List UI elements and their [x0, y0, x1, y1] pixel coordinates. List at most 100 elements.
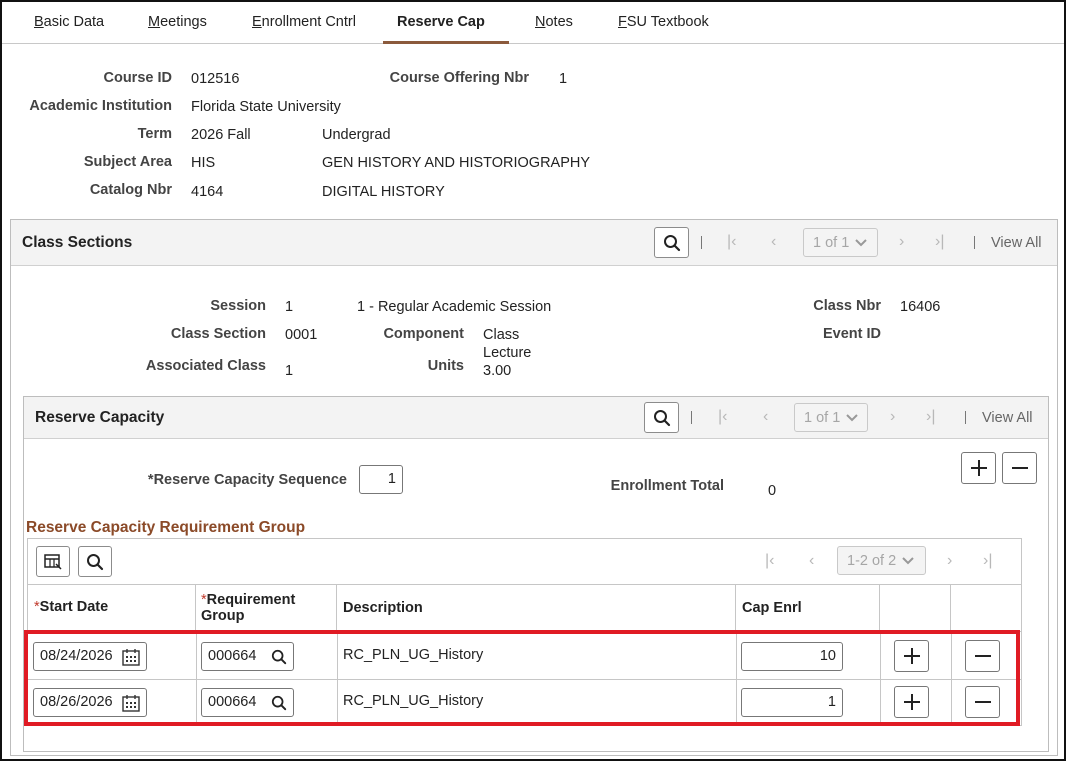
institution-value: Florida State University	[191, 99, 341, 115]
delete-reserve-capacity-button[interactable]	[1002, 452, 1037, 484]
last-page-icon[interactable]: ›|	[983, 553, 992, 569]
next-page-icon[interactable]: ›	[890, 409, 895, 425]
units-value: 3.00	[483, 363, 512, 379]
class-sections-pager[interactable]: 1 of 1	[803, 228, 878, 257]
cap-enrl-header-label: Cap Enrl	[742, 600, 802, 616]
search-icon[interactable]	[271, 649, 287, 665]
plus-icon	[970, 460, 987, 476]
separator	[965, 411, 966, 424]
start-date-header-label: Start Date	[39, 599, 109, 615]
previous-page-icon[interactable]: ‹	[763, 409, 768, 425]
requirement-group-title: Reserve Capacity Requirement Group	[26, 519, 306, 536]
last-page-icon[interactable]: ›|	[926, 409, 935, 425]
session-description: 1 - Regular Academic Session	[357, 299, 552, 315]
subject-area-label: Subject Area	[83, 154, 172, 170]
institution-label: Academic Institution	[29, 98, 172, 114]
previous-page-icon[interactable]: ‹	[771, 234, 776, 250]
catalog-nbr-value: 4164	[191, 184, 224, 200]
requirement-group-header-line1: Requirement	[206, 592, 296, 608]
cap-enrl-input[interactable]: 1	[741, 688, 843, 717]
session-value: 1	[285, 299, 294, 315]
tab-meetings[interactable]: Meetings	[134, 12, 221, 44]
component-value-line1: Class	[483, 327, 520, 343]
course-offering-label: Course Offering Nbr	[389, 70, 529, 86]
last-page-icon[interactable]: ›|	[935, 234, 944, 250]
course-id-value: 012516	[191, 71, 240, 87]
reserve-capacity-sequence-input[interactable]: 1	[359, 465, 403, 494]
enrollment-total-value: 0	[768, 483, 777, 499]
first-page-icon[interactable]: |‹	[765, 553, 774, 569]
start-date-input[interactable]: 08/24/2026	[33, 642, 147, 671]
reserve-capacity-view-all-link[interactable]: View All	[982, 410, 1033, 426]
personalize-grid-button[interactable]	[36, 546, 70, 577]
column-header-cap-enrl: Cap Enrl	[736, 585, 880, 631]
separator	[974, 236, 975, 249]
tab-notes[interactable]: Notes	[521, 12, 587, 44]
search-icon	[663, 234, 680, 251]
chevron-down-icon	[902, 553, 914, 569]
start-date-value: 08/26/2026	[40, 694, 113, 710]
column-header-add	[880, 585, 951, 631]
delete-row-button[interactable]	[965, 640, 1000, 672]
first-page-icon[interactable]: |‹	[718, 409, 727, 425]
event-id-label: Event ID	[822, 326, 881, 342]
catalog-description: DIGITAL HISTORY	[322, 184, 445, 200]
tab-basic-data[interactable]: Basic Data	[20, 12, 118, 44]
personalize-grid-icon	[44, 553, 62, 570]
cap-enrl-input[interactable]: 10	[741, 642, 843, 671]
component-value-line2: Lecture	[483, 345, 532, 361]
reserve-capacity-pager[interactable]: 1 of 1	[794, 403, 868, 432]
reserve-capacity-title: Reserve Capacity	[35, 409, 165, 426]
start-date-input[interactable]: 08/26/2026	[33, 688, 147, 717]
class-section-value: 0001	[285, 327, 318, 343]
reserve-capacity-search-button[interactable]	[644, 402, 679, 433]
minus-icon	[974, 701, 991, 703]
class-sections-view-all-link[interactable]: View All	[991, 235, 1042, 251]
description-cell: RC_PLN_UG_History	[343, 693, 484, 709]
tab-fsu-textbook[interactable]: FSU Textbook	[604, 12, 723, 44]
plus-icon	[903, 648, 920, 664]
component-label: Component	[383, 326, 464, 342]
course-id-label: Course ID	[103, 70, 173, 86]
enrollment-total-label: Enrollment Total	[610, 478, 724, 494]
tab-reserve-cap[interactable]: Reserve Cap	[383, 12, 509, 44]
page-frame: Basic Data Meetings Enrollment Cntrl Res…	[0, 0, 1066, 761]
delete-row-button[interactable]	[965, 686, 1000, 718]
class-sections-search-button[interactable]	[654, 227, 689, 258]
column-header-delete	[951, 585, 1021, 631]
requirement-group-input[interactable]: 000664	[201, 642, 294, 671]
calendar-icon[interactable]	[122, 648, 140, 666]
tab-enrollment-cntrl[interactable]: Enrollment Cntrl	[238, 12, 370, 44]
pager-text: 1-2 of 2	[847, 552, 897, 569]
requirement-group-value: 000664	[208, 648, 257, 664]
grid-divider	[28, 679, 1021, 680]
requirement-group-value: 000664	[208, 694, 257, 710]
next-page-icon[interactable]: ›	[947, 553, 952, 569]
add-row-button[interactable]	[894, 640, 929, 672]
associated-class-value: 1	[285, 363, 294, 379]
previous-page-icon[interactable]: ‹	[809, 553, 814, 569]
add-reserve-capacity-button[interactable]	[961, 452, 996, 484]
requirement-group-grid: |‹ ‹ 1-2 of 2 › ›| *Start Date *Requirem…	[27, 538, 1022, 726]
column-header-requirement-group: *Requirement Group	[196, 585, 337, 631]
grid-divider	[880, 631, 881, 725]
course-offering-value: 1	[559, 71, 568, 87]
pager-text: 1 of 1	[804, 409, 841, 426]
column-header-description: Description	[337, 585, 736, 631]
units-label: Units	[427, 358, 464, 374]
grid-pager[interactable]: 1-2 of 2	[837, 546, 926, 575]
search-icon[interactable]	[271, 695, 287, 711]
requirement-group-header-line2: Group	[201, 608, 245, 624]
grid-search-button[interactable]	[78, 546, 112, 577]
associated-class-label: Associated Class	[145, 358, 266, 374]
tab-bar: Basic Data Meetings Enrollment Cntrl Res…	[2, 2, 1064, 44]
pager-text: 1 of 1	[813, 234, 850, 251]
minus-icon	[974, 655, 991, 657]
grid-divider	[28, 631, 1021, 632]
requirement-group-input[interactable]: 000664	[201, 688, 294, 717]
calendar-icon[interactable]	[122, 694, 140, 712]
next-page-icon[interactable]: ›	[899, 234, 904, 250]
grid-divider	[337, 631, 338, 725]
first-page-icon[interactable]: |‹	[727, 234, 736, 250]
add-row-button[interactable]	[894, 686, 929, 718]
